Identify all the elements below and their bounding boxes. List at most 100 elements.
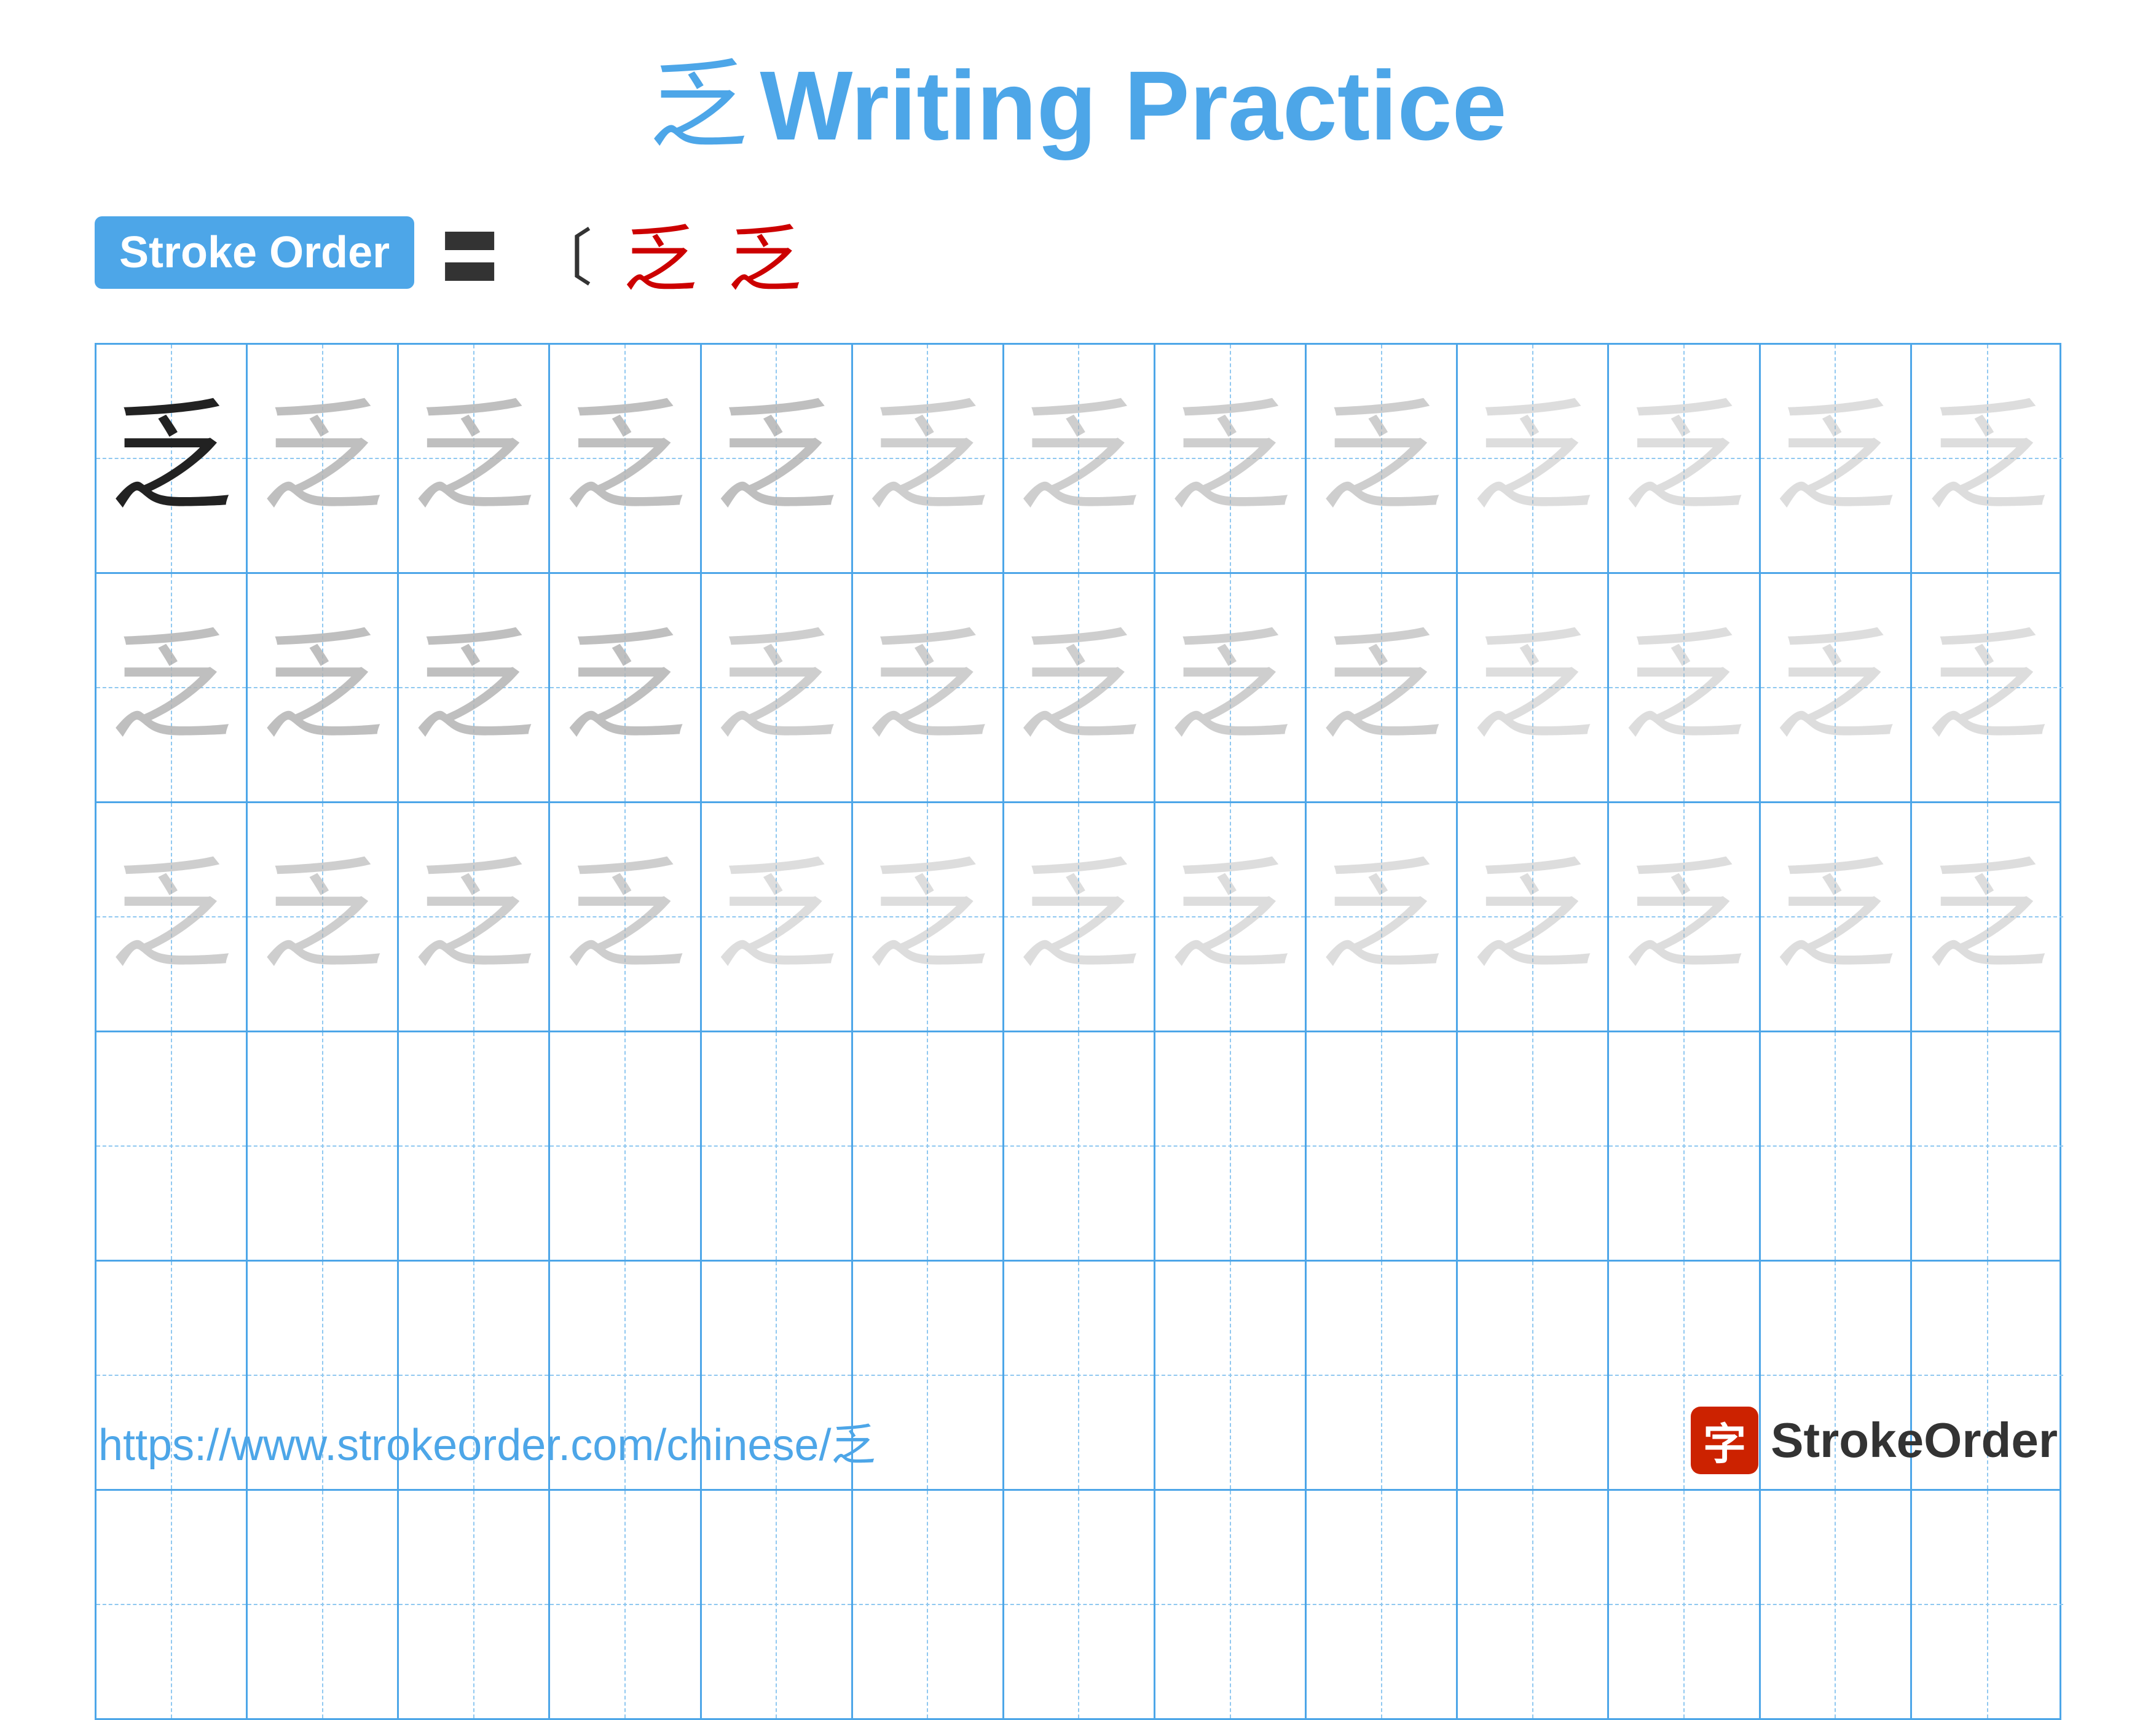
cell-char-2-6: 乏	[1017, 855, 1140, 978]
grid-cell-3-2[interactable]	[399, 1032, 550, 1260]
cell-char-0-1: 乏	[261, 397, 384, 520]
grid-cell-3-1[interactable]	[248, 1032, 399, 1260]
grid-cell-5-12[interactable]	[1912, 1491, 2063, 1718]
cell-char-0-0: 乏	[110, 397, 233, 520]
footer: https://www.strokeorder.com/chinese/乏 字 …	[98, 1407, 2058, 1474]
grid-cell-3-4[interactable]	[702, 1032, 853, 1260]
cell-char-2-7: 乏	[1169, 855, 1292, 978]
grid-cell-2-2: 乏	[399, 803, 550, 1031]
grid-cell-5-0[interactable]	[96, 1491, 248, 1718]
cell-char-1-7: 乏	[1169, 626, 1292, 749]
cell-char-1-2: 乏	[412, 626, 535, 749]
grid-cell-5-9[interactable]	[1458, 1491, 1609, 1718]
stroke-order-section: Stroke Order 〓 〔 乏 乏	[95, 199, 2061, 306]
grid-row-0: 乏乏乏乏乏乏乏乏乏乏乏乏乏	[96, 345, 2060, 574]
grid-cell-0-4: 乏	[702, 345, 853, 572]
grid-cell-3-5[interactable]	[853, 1032, 1004, 1260]
grid-row-5	[96, 1491, 2060, 1718]
grid-cell-2-6: 乏	[1004, 803, 1155, 1031]
cell-char-1-3: 乏	[564, 626, 687, 749]
cell-char-0-11: 乏	[1774, 397, 1897, 520]
cell-char-2-5: 乏	[866, 855, 989, 978]
grid-cell-1-2: 乏	[399, 574, 550, 801]
grid-cell-3-9[interactable]	[1458, 1032, 1609, 1260]
grid-cell-1-4: 乏	[702, 574, 853, 801]
cell-char-0-7: 乏	[1169, 397, 1292, 520]
cell-char-1-1: 乏	[261, 626, 384, 749]
logo-icon: 字	[1691, 1407, 1758, 1474]
grid-cell-2-4: 乏	[702, 803, 853, 1031]
cell-char-1-10: 乏	[1623, 626, 1745, 749]
grid-cell-0-2: 乏	[399, 345, 550, 572]
grid-cell-0-3: 乏	[550, 345, 701, 572]
grid-cell-2-5: 乏	[853, 803, 1004, 1031]
grid-cell-1-7: 乏	[1155, 574, 1307, 801]
grid-cell-5-6[interactable]	[1004, 1491, 1155, 1718]
cell-char-0-4: 乏	[715, 397, 838, 520]
grid-cell-3-8[interactable]	[1307, 1032, 1458, 1260]
cell-char-0-6: 乏	[1017, 397, 1140, 520]
grid-cell-0-11: 乏	[1761, 345, 1912, 572]
grid-cell-3-6[interactable]	[1004, 1032, 1155, 1260]
grid-cell-0-0: 乏	[96, 345, 248, 572]
grid-cell-0-6: 乏	[1004, 345, 1155, 572]
grid-cell-0-10: 乏	[1609, 345, 1760, 572]
grid-cell-5-1[interactable]	[248, 1491, 399, 1718]
grid-cell-0-12: 乏	[1912, 345, 2063, 572]
grid-cell-1-6: 乏	[1004, 574, 1155, 801]
grid-cell-2-1: 乏	[248, 803, 399, 1031]
grid-row-3	[96, 1032, 2060, 1262]
grid-cell-5-5[interactable]	[853, 1491, 1004, 1718]
cell-char-1-8: 乏	[1320, 626, 1443, 749]
grid-cell-5-3[interactable]	[550, 1491, 701, 1718]
grid-cell-1-11: 乏	[1761, 574, 1912, 801]
grid-cell-5-8[interactable]	[1307, 1491, 1458, 1718]
cell-char-0-5: 乏	[866, 397, 989, 520]
grid-cell-3-3[interactable]	[550, 1032, 701, 1260]
grid-cell-5-2[interactable]	[399, 1491, 550, 1718]
grid-cell-0-8: 乏	[1307, 345, 1458, 572]
cell-char-0-9: 乏	[1471, 397, 1594, 520]
cell-char-2-10: 乏	[1623, 855, 1745, 978]
stroke-2: 〔	[531, 208, 592, 297]
stroke-chars-container: 〓 〔 乏 乏	[439, 199, 801, 306]
grid-cell-5-11[interactable]	[1761, 1491, 1912, 1718]
cell-char-2-1: 乏	[261, 855, 384, 978]
grid-cell-3-0[interactable]	[96, 1032, 248, 1260]
stroke-order-badge: Stroke Order	[95, 216, 414, 289]
grid-cell-1-1: 乏	[248, 574, 399, 801]
grid-cell-2-7: 乏	[1155, 803, 1307, 1031]
cell-char-2-2: 乏	[412, 855, 535, 978]
cell-char-2-12: 乏	[1926, 855, 2049, 978]
grid-cell-1-10: 乏	[1609, 574, 1760, 801]
grid-cell-5-7[interactable]	[1155, 1491, 1307, 1718]
grid-cell-3-12[interactable]	[1912, 1032, 2063, 1260]
grid-cell-2-8: 乏	[1307, 803, 1458, 1031]
cell-char-0-3: 乏	[564, 397, 687, 520]
cell-char-0-12: 乏	[1926, 397, 2049, 520]
cell-char-1-4: 乏	[715, 626, 838, 749]
grid-cell-2-12: 乏	[1912, 803, 2063, 1031]
grid-cell-2-0: 乏	[96, 803, 248, 1031]
stroke-1: 〓	[439, 208, 500, 297]
cell-char-2-3: 乏	[564, 855, 687, 978]
grid-cell-2-9: 乏	[1458, 803, 1609, 1031]
grid-cell-0-5: 乏	[853, 345, 1004, 572]
cell-char-2-4: 乏	[715, 855, 838, 978]
footer-url[interactable]: https://www.strokeorder.com/chinese/乏	[98, 1408, 876, 1473]
grid-cell-5-10[interactable]	[1609, 1491, 1760, 1718]
cell-char-1-9: 乏	[1471, 626, 1594, 749]
grid-cell-3-10[interactable]	[1609, 1032, 1760, 1260]
grid-cell-1-9: 乏	[1458, 574, 1609, 801]
grid-cell-1-3: 乏	[550, 574, 701, 801]
cell-char-1-6: 乏	[1017, 626, 1140, 749]
grid-cell-3-11[interactable]	[1761, 1032, 1912, 1260]
cell-char-2-11: 乏	[1774, 855, 1897, 978]
grid-cell-1-5: 乏	[853, 574, 1004, 801]
stroke-3: 乏	[623, 199, 697, 306]
grid-cell-2-11: 乏	[1761, 803, 1912, 1031]
grid-cell-3-7[interactable]	[1155, 1032, 1307, 1260]
grid-cell-5-4[interactable]	[702, 1491, 853, 1718]
title-section: 乏 Writing Practice	[649, 49, 1506, 162]
cell-char-2-9: 乏	[1471, 855, 1594, 978]
